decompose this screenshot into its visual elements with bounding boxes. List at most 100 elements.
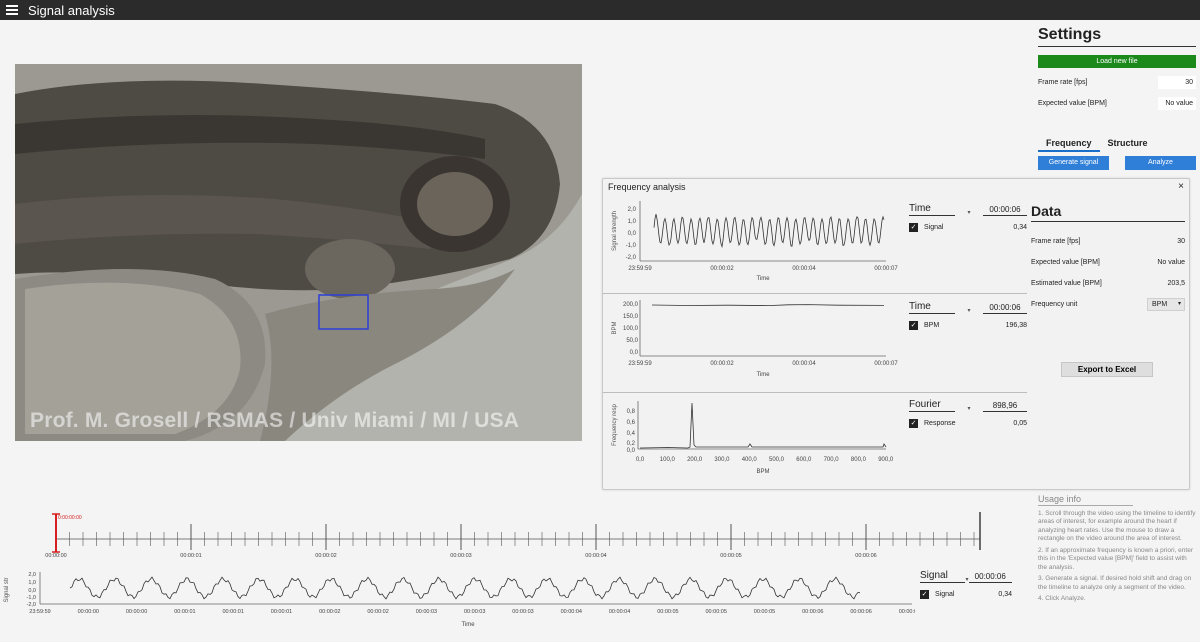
fourier-ytick: 0,0: [627, 448, 636, 454]
signal-line: [653, 214, 885, 249]
usage-info: Usage info 1. Scroll through the video u…: [1038, 495, 1196, 607]
fourier-ytick: 0,8: [627, 409, 636, 415]
data-title: Data: [1031, 203, 1185, 222]
bottom-xtick: 00:00:01: [271, 609, 292, 615]
bpm-check-value: 196,38: [1005, 322, 1027, 329]
bottom-signal-chart: Signal str 2,0 1,0 0,0 -1,0 -2,0 23:59:5…: [4, 572, 915, 628]
fourier-xtick: 0,0: [636, 457, 645, 463]
bottom-xtick: 00:00:03: [416, 609, 437, 615]
fourier-checkbox[interactable]: ✓: [909, 419, 918, 428]
timeline-label: 00:00:05: [720, 553, 741, 559]
signal-checkbox[interactable]: ✓: [909, 223, 918, 232]
bpm-check-label: BPM: [924, 322, 940, 329]
bottom-check-label: Signal: [935, 591, 955, 598]
signal-chart: Signal strength 2,0 1,0 0,0 -1,0 -2,0 23…: [612, 201, 898, 282]
bottom-xlabel: Time: [461, 622, 475, 628]
usage-title: Usage info: [1038, 495, 1133, 506]
bottom-signal-line: [69, 576, 861, 600]
bottom-ylabel: Signal str: [4, 577, 10, 602]
settings-panel: Settings Load new file Frame rate [fps] …: [1038, 26, 1196, 110]
bpm-checkbox[interactable]: ✓: [909, 321, 918, 330]
signal-check-value: 0,34: [1013, 224, 1027, 231]
bottom-ytick: -2,0: [27, 602, 36, 608]
bpm-ylabel: BPM: [612, 321, 618, 334]
frequency-unit-select[interactable]: BPM ▾: [1147, 297, 1185, 311]
expected-value-input[interactable]: No value: [1158, 96, 1196, 110]
video-frame[interactable]: Prof. M. Grosell / RSMAS / Univ Miami / …: [15, 64, 582, 441]
menu-icon[interactable]: [6, 5, 18, 15]
signal-xlabel: Time: [756, 276, 770, 282]
bpm-ytick: 150,0: [623, 314, 639, 320]
frequency-unit-label: Frequency unit: [1031, 300, 1078, 308]
fourier-ytick: 0,2: [627, 441, 636, 447]
timeline-label: 00:00:01: [180, 553, 201, 559]
fourier-ytick: 0,6: [627, 420, 636, 426]
expected-value-row: Expected value [BPM] No value: [1038, 96, 1196, 110]
title-bar: Signal analysis: [0, 0, 1200, 20]
tab-structure[interactable]: Structure: [1100, 138, 1156, 152]
usage-step: 1. Scroll through the video using the ti…: [1038, 509, 1196, 543]
bpm-values: Time ▾ 00:00:06 ✓ BPM 196,38: [909, 301, 1027, 330]
panel-title: Frequency analysis: [608, 182, 686, 192]
tab-frequency[interactable]: Frequency: [1038, 138, 1100, 152]
signal-xtick: 00:00:07: [874, 266, 898, 272]
frame-rate-input[interactable]: 30: [1158, 75, 1196, 89]
bpm-ytick: 100,0: [623, 326, 639, 332]
load-file-button[interactable]: Load new file: [1038, 55, 1196, 68]
bottom-xtick: 00:00:04: [609, 609, 630, 615]
analysis-tabs: Frequency Structure: [1038, 138, 1196, 152]
timeline-cursor-label: 0:00:00:00: [58, 515, 82, 521]
app-title: Signal analysis: [28, 2, 115, 18]
signal-ytick: -1,0: [626, 243, 637, 249]
signal-ytick: 0,0: [628, 231, 637, 237]
fourier-ytick: 0,4: [627, 431, 636, 437]
chevron-down-icon: ▾: [1177, 300, 1181, 307]
generate-signal-button[interactable]: Generate signal: [1038, 156, 1109, 170]
bottom-xtick: 00:00:05: [657, 609, 678, 615]
close-icon[interactable]: ×: [1178, 181, 1184, 192]
fourier-xtick: 300,0: [714, 457, 730, 463]
signal-ytick: 1,0: [628, 219, 637, 225]
bpm-time-value: 00:00:06: [982, 303, 1027, 314]
bottom-xtick: 00:00:01: [222, 609, 243, 615]
bpm-line: [651, 304, 885, 307]
bottom-xtick: 00:00:02: [367, 609, 388, 615]
signal-xtick: 00:00:02: [710, 266, 734, 272]
fourier-xlabel: BPM: [756, 469, 769, 475]
settings-title: Settings: [1038, 26, 1196, 47]
data-estimated-label: Estimated value [BPM]: [1031, 279, 1102, 287]
export-excel-button[interactable]: Export to Excel: [1061, 362, 1153, 377]
fourier-xtick: 400,0: [742, 457, 758, 463]
bpm-ytick: 50,0: [626, 338, 638, 344]
bottom-xtick: 00:00:05: [754, 609, 775, 615]
fourier-xtick: 600,0: [796, 457, 812, 463]
bottom-xtick: 23:59:59: [29, 609, 50, 615]
bottom-xtick: 00:00:06: [850, 609, 871, 615]
fourier-chart: Frequency resp 0,8 0,6 0,4 0,2 0,0 0,0 10…: [612, 401, 894, 475]
signal-check-label: Signal: [924, 224, 944, 231]
data-expected-value: No value: [1157, 258, 1185, 266]
bpm-ytick: 0,0: [630, 350, 639, 356]
bpm-header: Time: [909, 301, 955, 314]
fourier-xtick: 500,0: [769, 457, 785, 463]
frequency-analysis-panel: Frequency analysis × Signal strength 2,0…: [602, 178, 1190, 490]
bottom-ytick: -1,0: [27, 595, 36, 601]
bpm-chart: BPM 200,0 150,0 100,0 50,0 0,0 23:59:59 …: [612, 300, 898, 378]
bottom-xtick: 00:00:01: [174, 609, 195, 615]
signal-xtick: 00:00:04: [792, 266, 816, 272]
signal-xtick: 23:59:59: [628, 266, 652, 272]
data-frame-rate-label: Frame rate [fps]: [1031, 237, 1081, 245]
fourier-check-label: Response: [924, 420, 956, 427]
data-expected-label: Expected value [BPM]: [1031, 258, 1100, 266]
expected-value-label: Expected value [BPM]: [1038, 99, 1107, 107]
analyze-button[interactable]: Analyze: [1125, 156, 1196, 170]
frame-rate-label: Frame rate [fps]: [1038, 78, 1088, 86]
bottom-xtick: 00:00:05: [705, 609, 726, 615]
bpm-xtick: 23:59:59: [628, 361, 652, 367]
fourier-xtick: 700,0: [824, 457, 840, 463]
timeline-label: 00:00:04: [585, 553, 606, 559]
bottom-signal-checkbox[interactable]: ✓: [920, 590, 929, 599]
timeline-label: 00:00:03: [450, 553, 471, 559]
timeline[interactable]: 0:00:00:00 00:00:00 00:00:01 00:00:02 00:00…: [40, 510, 990, 562]
bottom-ytick: 0,0: [28, 588, 36, 594]
